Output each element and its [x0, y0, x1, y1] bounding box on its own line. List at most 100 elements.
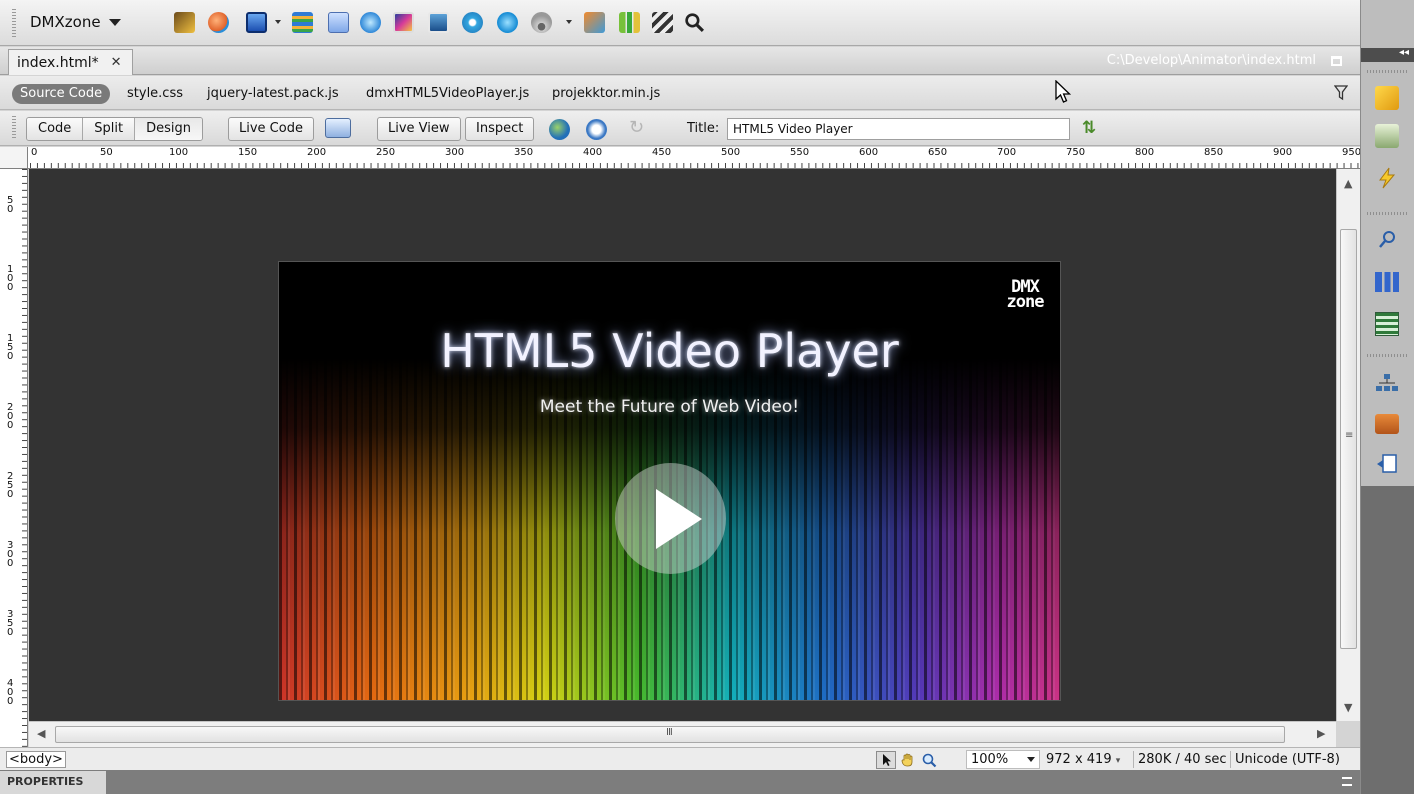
color-icon[interactable] [208, 12, 229, 33]
document-tab-bar: index.html* ✕ C:\Develop\Animator\index.… [0, 47, 1360, 75]
vertical-scroll-thumb[interactable]: ≡ [1340, 229, 1357, 649]
split-view-button[interactable]: Split [83, 118, 136, 140]
scroll-left-icon[interactable]: ◀ [37, 727, 45, 740]
ruler-mark: 750 [1066, 147, 1086, 158]
preview-browser-icon[interactable] [549, 119, 570, 140]
scroll-down-icon[interactable]: ▼ [1344, 701, 1352, 714]
play-icon [656, 489, 702, 549]
ruler-mark: 550 [790, 147, 810, 158]
code-view-button[interactable]: Code [27, 118, 84, 140]
panel-menu-icon[interactable] [1342, 777, 1352, 786]
ruler-mark: 600 [859, 147, 879, 158]
video-icon[interactable] [462, 12, 483, 33]
video-title: HTML5 Video Player [440, 324, 899, 378]
photo-icon[interactable] [428, 12, 449, 33]
ruler-mark: 700 [997, 147, 1017, 158]
dock-grip[interactable] [1367, 212, 1409, 215]
inspect-button[interactable]: Inspect [465, 117, 535, 141]
close-icon[interactable]: ✕ [111, 55, 122, 70]
compatibility-check-icon[interactable] [325, 118, 351, 138]
toolbar-grip[interactable] [12, 9, 16, 37]
restore-window-icon[interactable] [1331, 56, 1342, 66]
snippets-icon[interactable] [1375, 452, 1399, 476]
insert-toolbar: DMXzone [0, 0, 1360, 46]
site-map-icon[interactable] [1375, 372, 1399, 396]
horizontal-scroll-thumb[interactable]: III [55, 726, 1285, 743]
behaviors-lightning-icon[interactable] [1375, 166, 1399, 190]
dock-collapse-bar[interactable]: ◂◂ [1361, 47, 1414, 62]
frame-dropdown-icon[interactable] [275, 20, 281, 24]
related-file[interactable]: projekktor.min.js [552, 86, 660, 101]
ruler-mark: 150 [7, 333, 14, 362]
related-file[interactable]: jquery-latest.pack.js [207, 86, 339, 101]
related-file[interactable]: style.css [127, 86, 183, 101]
code-inspector-icon[interactable] [1375, 228, 1399, 252]
related-file[interactable]: dmxHTML5VideoPlayer.js [366, 86, 529, 101]
encoding: Unicode (UTF-8) [1235, 752, 1340, 767]
scroll-up-icon[interactable]: ▲ [1344, 177, 1352, 190]
chart-icon[interactable] [619, 12, 640, 33]
refresh-design-icon[interactable] [586, 119, 607, 140]
status-separator [1230, 751, 1231, 768]
audio-icon[interactable] [531, 12, 552, 33]
refresh-icon[interactable]: ↻ [629, 117, 644, 138]
box-icon[interactable] [360, 12, 381, 33]
logo-text-2: zone [1006, 292, 1045, 312]
ruler-mark: 50 [7, 195, 14, 215]
ruler-mark: 850 [1204, 147, 1224, 158]
tag-selector[interactable]: <body> [6, 751, 66, 768]
window-size[interactable]: 972 x 419 ▾ [1046, 752, 1120, 767]
document-toolbar-grip[interactable] [12, 116, 16, 140]
source-code-button[interactable]: Source Code [12, 84, 111, 104]
ruler-mark: 0 [31, 147, 38, 158]
design-view-button[interactable]: Design [135, 118, 202, 140]
hand-tool-icon[interactable] [898, 751, 918, 769]
ruler-mark: 450 [652, 147, 672, 158]
layers-icon[interactable] [292, 12, 313, 33]
filter-icon[interactable] [1334, 85, 1348, 101]
video-player-poster[interactable]: DMX zone HTML5 Video Player Meet the Fut… [278, 261, 1061, 701]
title-input[interactable] [727, 118, 1070, 140]
audio-dropdown-icon[interactable] [566, 20, 572, 24]
animator-icon[interactable] [174, 12, 195, 33]
play-button[interactable] [615, 463, 726, 574]
select-tool-icon[interactable] [876, 751, 896, 769]
assets-briefcase-icon[interactable] [1375, 414, 1399, 434]
dmxzone-menu[interactable]: DMXzone [30, 13, 121, 31]
css-styles-icon[interactable] [1375, 312, 1399, 336]
image-icon[interactable] [393, 12, 414, 33]
zoom-select[interactable]: 100% [966, 750, 1040, 769]
play-circle-icon[interactable] [497, 12, 518, 33]
vertical-ruler[interactable]: 50 100 150 200 250 300 350 400 [0, 169, 28, 747]
vertical-scrollbar[interactable]: ▲ ≡ ▼ [1336, 169, 1360, 721]
clapper-icon[interactable] [652, 12, 673, 33]
properties-tab[interactable]: PROPERTIES [0, 771, 106, 794]
ruler-origin[interactable] [0, 147, 28, 169]
ruler-mark: 400 [7, 678, 14, 707]
ruler-mark: 250 [7, 471, 14, 500]
frame-icon[interactable] [246, 12, 267, 33]
ap-elements-icon[interactable] [1375, 272, 1399, 292]
panel-icon[interactable] [328, 12, 349, 33]
dock-grip[interactable] [1367, 70, 1409, 73]
status-separator [1133, 751, 1134, 768]
scroll-right-icon[interactable]: ▶ [1317, 727, 1325, 740]
database-panel-icon[interactable] [1375, 124, 1399, 148]
live-view-button[interactable]: Live View [377, 117, 461, 141]
live-code-button[interactable]: Live Code [228, 117, 314, 141]
horizontal-scrollbar[interactable]: ◀ III ▶ [29, 721, 1336, 747]
document-path: C:\Develop\Animator\index.html [1106, 53, 1316, 68]
panel-dock: ◂◂ [1360, 0, 1414, 794]
horizontal-ruler[interactable]: 0 50 100 150 200 250 300 350 400 450 500… [28, 147, 1360, 169]
zoom-tool-icon[interactable] [920, 751, 940, 769]
dock-grip[interactable] [1367, 354, 1409, 357]
file-management-icon[interactable]: ⇅ [1082, 118, 1096, 138]
insert-panel-icon[interactable] [1375, 86, 1399, 110]
video-subtitle: Meet the Future of Web Video! [539, 397, 800, 417]
document-tab[interactable]: index.html* ✕ [8, 49, 133, 75]
ruler-mark: 100 [7, 264, 14, 293]
title-label: Title: [687, 121, 720, 136]
chevron-down-icon [108, 18, 121, 26]
search-icon[interactable] [684, 12, 705, 33]
gallery-icon[interactable] [584, 12, 605, 33]
